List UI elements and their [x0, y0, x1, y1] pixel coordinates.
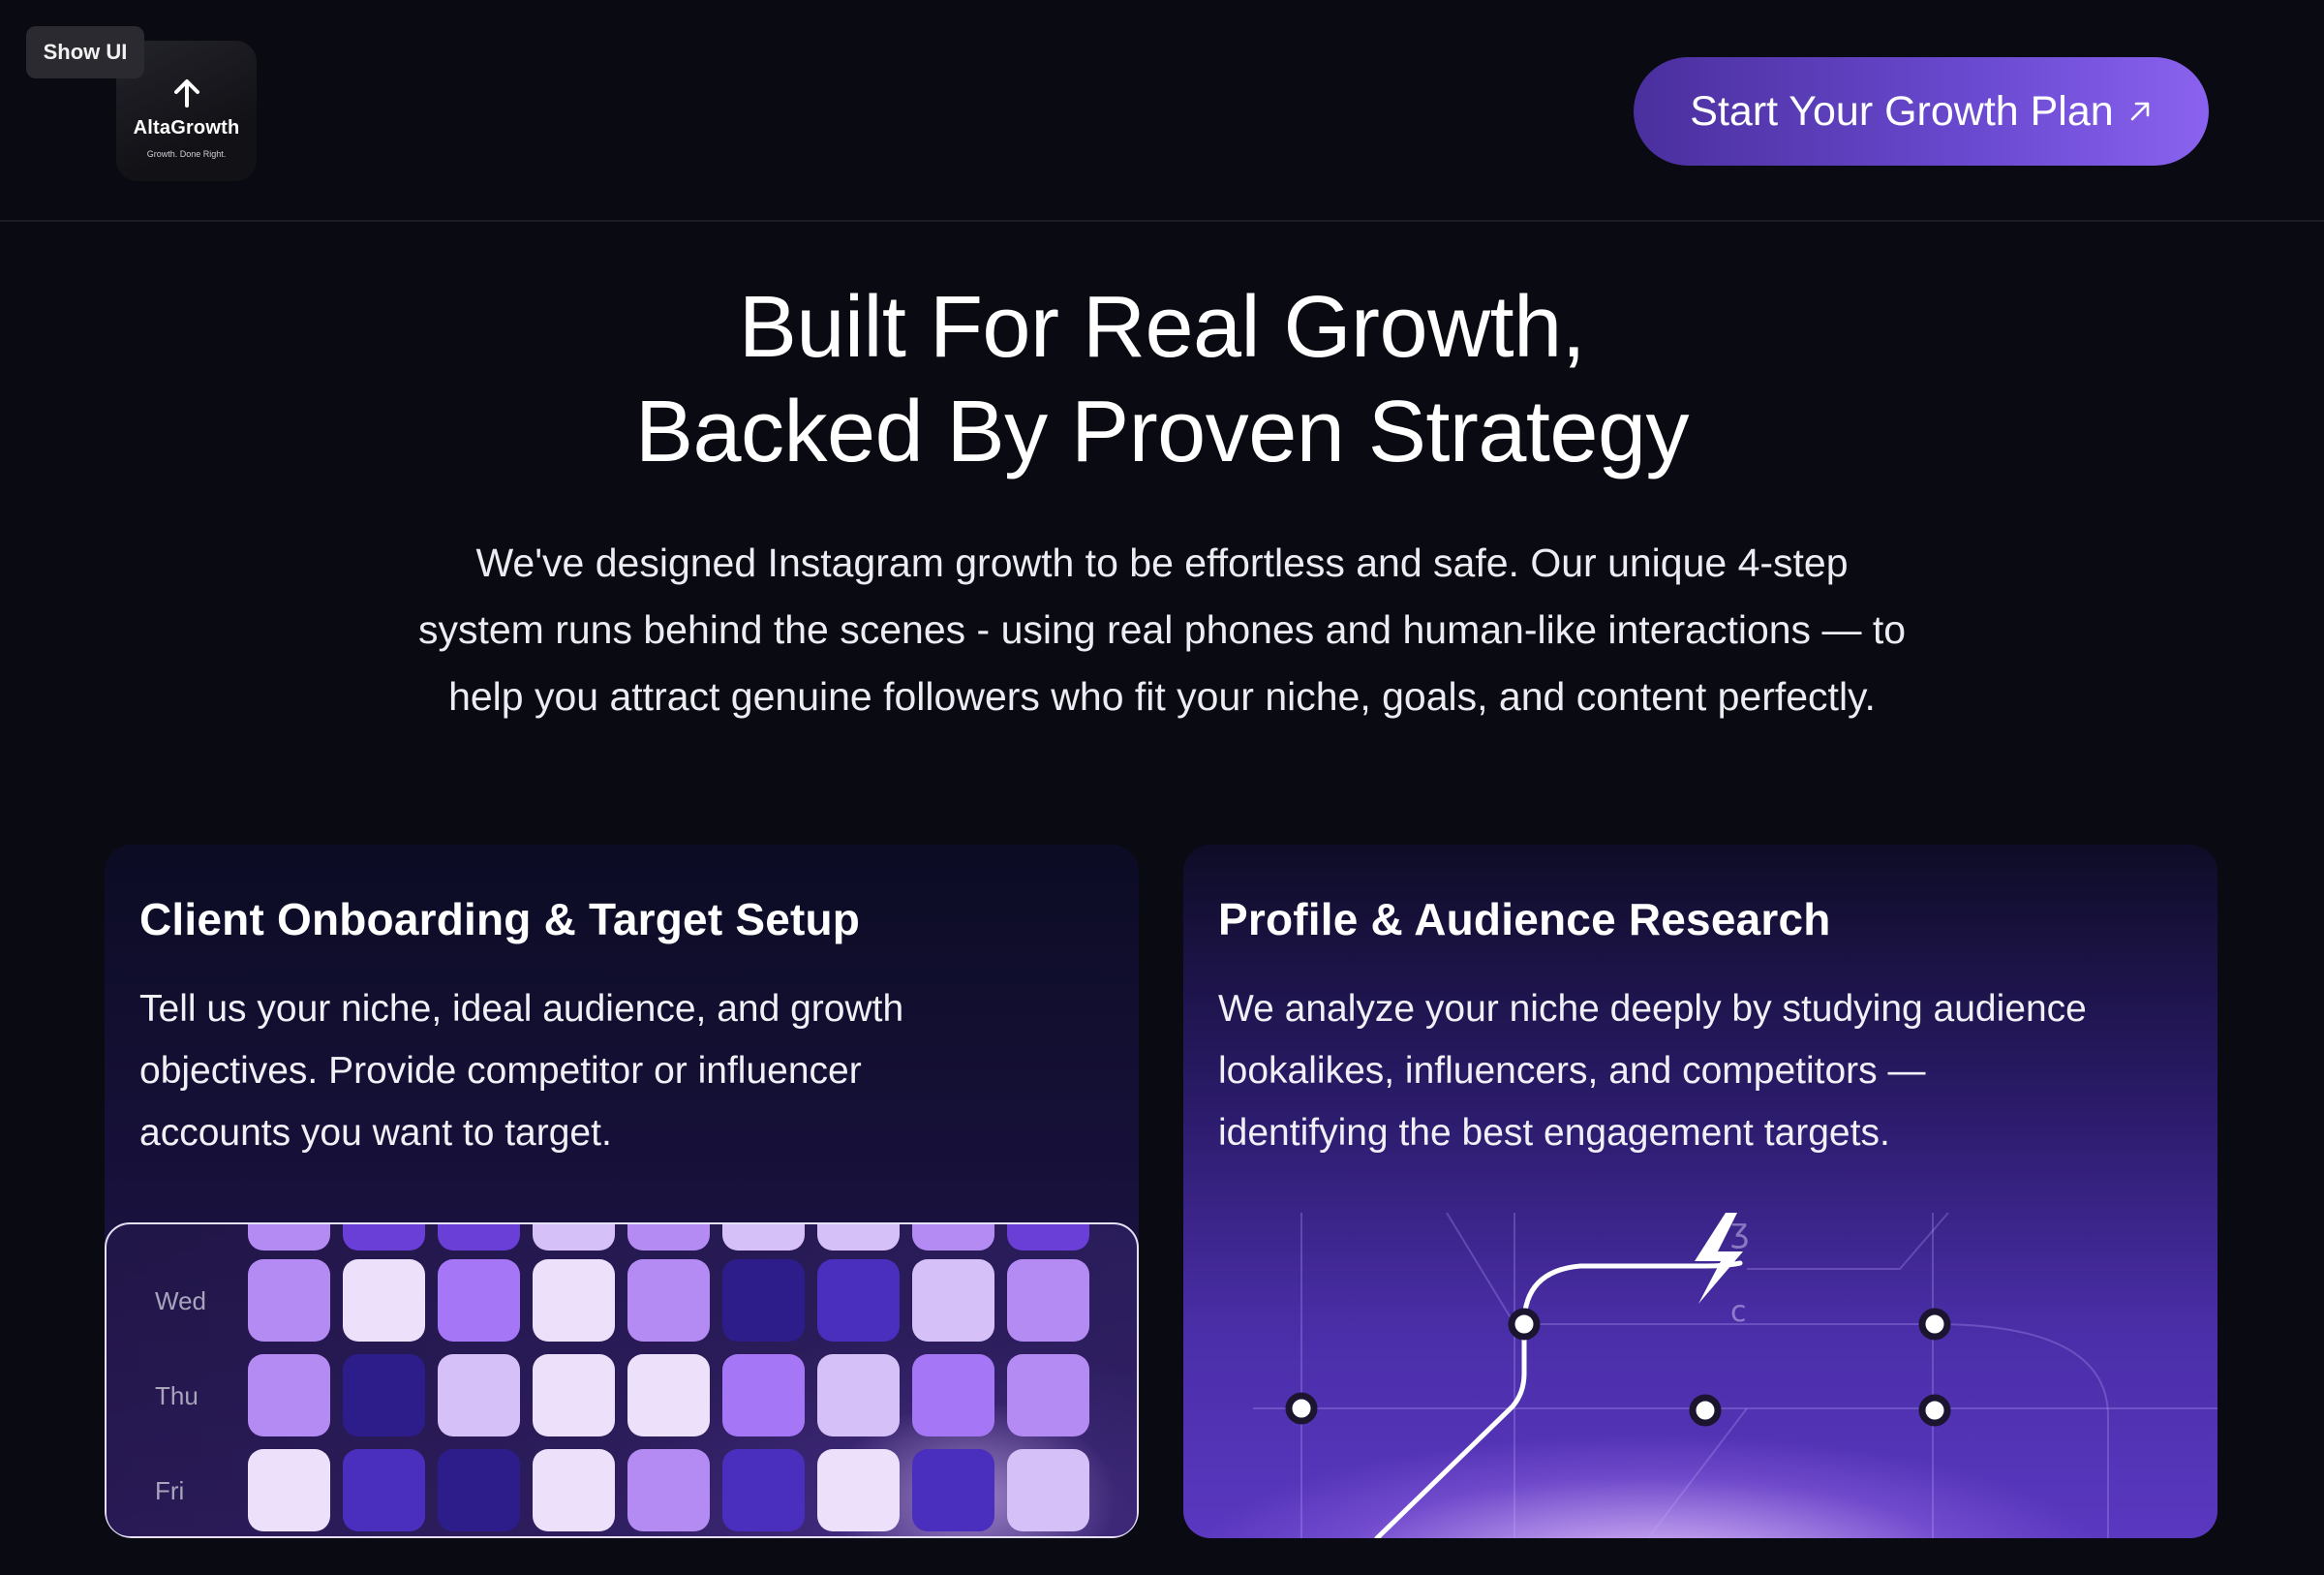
heatmap-cell: [438, 1224, 520, 1251]
card-text-line: Tell us your niche, ideal audience, and …: [139, 988, 904, 1030]
node-dot-icon: [1918, 1394, 1951, 1427]
heatmap-row: Wed: [107, 1259, 1137, 1343]
hero-title: Built For Real Growth, Backed By Proven …: [0, 275, 2324, 484]
heatmap-cell: [722, 1354, 805, 1436]
heatmap-cell: [912, 1259, 994, 1342]
heatmap-cell: [533, 1354, 615, 1436]
heatmap-row: [107, 1224, 1137, 1251]
heatmap-cell: [1007, 1224, 1089, 1251]
hero-title-line: Built For Real Growth,: [738, 279, 1586, 376]
heatmap-cell: [248, 1259, 330, 1342]
heatmap-cell: [912, 1449, 994, 1531]
header: Show UI AltaGrowth Growth. Done Right. S…: [0, 0, 2324, 222]
show-ui-button[interactable]: Show UI: [26, 26, 144, 78]
heatmap-cell: [1007, 1259, 1089, 1342]
hero-text-line: help you attract genuine followers who f…: [448, 674, 1876, 719]
heatmap-cell: [533, 1449, 615, 1531]
heatmap-cell: [817, 1449, 900, 1531]
heatmap-cell: [248, 1354, 330, 1436]
page: Show UI AltaGrowth Growth. Done Right. S…: [0, 0, 2324, 1575]
grid-line: [1647, 1407, 1748, 1538]
heatmap-cell: [912, 1224, 994, 1251]
hero-description: We've designed Instagram growth to be ef…: [310, 530, 2014, 730]
network-diagram: ʒ c: [1253, 1213, 2217, 1538]
hero-title-line: Backed By Proven Strategy: [634, 384, 1690, 480]
heatmap-cell: [817, 1354, 900, 1436]
card-text-line: objectives. Provide competitor or influe…: [139, 1050, 862, 1092]
heatmap-cell: [722, 1224, 805, 1251]
heatmap-cell: [343, 1224, 425, 1251]
cta-label: Start Your Growth Plan: [1690, 87, 2114, 135]
card-text-line: We analyze your niche deeply by studying…: [1218, 988, 2087, 1030]
heatmap-cell: [817, 1224, 900, 1251]
heatmap-day-label: Wed: [155, 1285, 206, 1315]
faint-symbol: c: [1730, 1295, 1747, 1329]
node-dot-icon: [1285, 1392, 1318, 1425]
heatmap-cell: [722, 1449, 805, 1531]
heatmap-day-label: Thu: [155, 1380, 199, 1410]
heatmap-cell: [533, 1259, 615, 1342]
arrow-up-right-icon: [2130, 102, 2150, 121]
connection-path: [1374, 1260, 1743, 1538]
start-growth-plan-button[interactable]: Start Your Growth Plan: [1634, 57, 2209, 166]
heatmap-cell: [627, 1449, 710, 1531]
heatmap-cell: [438, 1354, 520, 1436]
heatmap-cell: [438, 1259, 520, 1342]
heatmap-cell: [627, 1259, 710, 1342]
card-description: Tell us your niche, ideal audience, and …: [139, 978, 1108, 1164]
heatmap-cell: [627, 1354, 710, 1436]
node-dot-icon: [1918, 1308, 1951, 1341]
heatmap-day-label: Fri: [155, 1475, 185, 1505]
node-dot-icon: [1689, 1394, 1722, 1427]
hero-text-line: system runs behind the scenes - using re…: [417, 607, 1907, 652]
heatmap-cell: [1007, 1354, 1089, 1436]
logo-name: AltaGrowth: [133, 117, 240, 139]
heatmap-cell: [343, 1259, 425, 1342]
card-text-line: identifying the best engagement targets.: [1218, 1112, 1890, 1154]
node-dot-icon: [1508, 1308, 1541, 1341]
heatmap-cell: [817, 1259, 900, 1342]
card-text-line: accounts you want to target.: [139, 1112, 612, 1154]
heatmap-cell: [722, 1259, 805, 1342]
up-arrow-icon: [173, 79, 199, 108]
grid-line: [1747, 1213, 1949, 1270]
heatmap-cell: [438, 1449, 520, 1531]
hero-text-line: We've designed Instagram growth to be ef…: [475, 540, 1849, 585]
heatmap-cell: [912, 1354, 994, 1436]
heatmap-cell: [533, 1224, 615, 1251]
card-text-line: lookalikes, influencers, and competitors…: [1218, 1050, 1926, 1092]
grid-line: [1446, 1213, 2109, 1538]
heatmap-row: Fri: [107, 1449, 1137, 1532]
heatmap-cell: [343, 1449, 425, 1531]
card-title: Profile & Audience Research: [1218, 894, 1831, 944]
network-nodes: [1285, 1308, 1951, 1427]
heatmap-row: Thu: [107, 1354, 1137, 1437]
card-audience-research: Profile & Audience Research We analyze y…: [1183, 845, 2217, 1538]
heatmap-cell: [627, 1224, 710, 1251]
heatmap-cell: [248, 1449, 330, 1531]
heatmap-cell: [248, 1224, 330, 1251]
activity-heatmap: Wed Thu Fri: [105, 1222, 1139, 1538]
card-client-onboarding: Client Onboarding & Target Setup Tell us…: [105, 845, 1139, 1538]
logo-tagline: Growth. Done Right.: [146, 149, 227, 159]
card-description: We analyze your niche deeply by studying…: [1218, 978, 2186, 1164]
card-title: Client Onboarding & Target Setup: [139, 894, 861, 944]
heatmap-cell: [1007, 1449, 1089, 1531]
heatmap-cell: [343, 1354, 425, 1436]
